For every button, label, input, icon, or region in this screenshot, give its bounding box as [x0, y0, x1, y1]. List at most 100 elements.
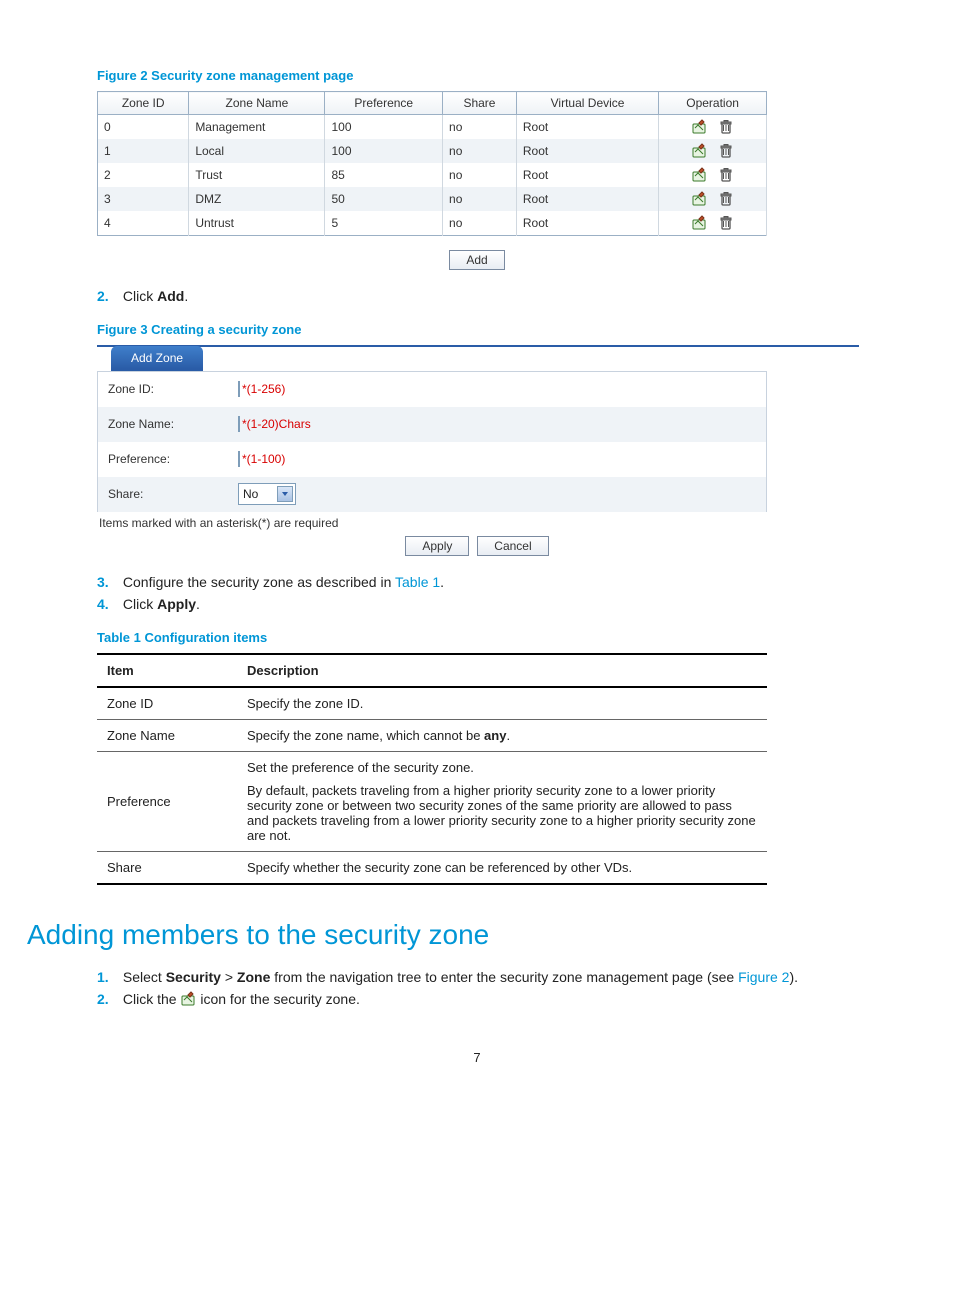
- zone-name-link[interactable]: Trust: [189, 163, 325, 187]
- text: Select: [123, 969, 166, 985]
- edit-icon[interactable]: [687, 167, 711, 181]
- section-heading: Adding members to the security zone: [27, 919, 859, 951]
- tab-add-zone[interactable]: Add Zone: [111, 346, 203, 371]
- cell-id: 2: [98, 163, 189, 187]
- label-zone-id: Zone ID:: [98, 382, 238, 396]
- cell-vd: Root: [516, 115, 658, 140]
- text: Click: [123, 596, 157, 612]
- trash-icon[interactable]: [714, 191, 738, 205]
- text: .: [440, 574, 444, 590]
- cell-share: no: [443, 187, 517, 211]
- zone-management-table: Zone ID Zone Name Preference Share Virtu…: [97, 91, 767, 236]
- edit-icon[interactable]: [687, 215, 711, 229]
- table-1-caption: Table 1 Configuration items: [97, 630, 859, 645]
- zone-id-input[interactable]: [238, 381, 240, 397]
- cell-id: 3: [98, 187, 189, 211]
- add-button[interactable]: Add: [449, 250, 504, 270]
- share-value: No: [243, 487, 258, 501]
- edit-icon: [180, 991, 196, 1010]
- cell-desc: Set the preference of the security zone.…: [237, 752, 767, 852]
- text: ).: [789, 969, 798, 985]
- text-bold: any: [484, 728, 506, 743]
- zone-name-link[interactable]: Local: [189, 139, 325, 163]
- trash-icon[interactable]: [714, 119, 738, 133]
- page-number: 7: [95, 1050, 859, 1065]
- col-preference: Preference: [325, 92, 443, 115]
- col-share: Share: [443, 92, 517, 115]
- hint-preference: *(1-100): [242, 452, 285, 466]
- cell-vd: Root: [516, 187, 658, 211]
- cell-share: no: [443, 115, 517, 140]
- text: .: [506, 728, 510, 743]
- chevron-down-icon: [277, 486, 293, 502]
- configuration-items-table: Item Description Zone ID Specify the zon…: [97, 653, 767, 885]
- figure-2-caption: Figure 2 Security zone management page: [97, 68, 859, 83]
- step-2b: 2. Click the icon for the security zone.: [97, 991, 859, 1010]
- text-bold: Apply: [157, 596, 196, 612]
- cell-share: no: [443, 211, 517, 236]
- trash-icon[interactable]: [714, 167, 738, 181]
- cell-item: Zone Name: [97, 720, 237, 752]
- cell-vd: Root: [516, 139, 658, 163]
- required-note: Items marked with an asterisk(*) are req…: [99, 516, 859, 530]
- tab-strip: Add Zone: [97, 345, 859, 371]
- cell-item: Share: [97, 852, 237, 885]
- cell-desc: Specify the zone name, which cannot be a…: [237, 720, 767, 752]
- cell-pref: 5: [325, 211, 443, 236]
- text: icon for the security zone.: [200, 991, 360, 1007]
- preference-input[interactable]: [238, 451, 240, 467]
- text-bold: Zone: [237, 969, 270, 985]
- text: Click: [123, 288, 157, 304]
- label-preference: Preference:: [98, 452, 238, 466]
- step-1b: 1. Select Security > Zone from the navig…: [97, 969, 859, 985]
- cancel-button[interactable]: Cancel: [477, 536, 548, 556]
- text-bold: Add: [157, 288, 184, 304]
- label-zone-name: Zone Name:: [98, 417, 238, 431]
- edit-icon[interactable]: [687, 119, 711, 133]
- text: Configure the security zone as described…: [123, 574, 395, 590]
- text: .: [196, 596, 200, 612]
- text: .: [184, 288, 188, 304]
- cell-id: 0: [98, 115, 189, 140]
- text: Specify the zone name, which cannot be: [247, 728, 484, 743]
- edit-icon[interactable]: [687, 191, 711, 205]
- apply-button[interactable]: Apply: [405, 536, 469, 556]
- cell-vd: Root: [516, 211, 658, 236]
- edit-icon[interactable]: [687, 143, 711, 157]
- cell-pref: 100: [325, 115, 443, 140]
- text: By default, packets traveling from a hig…: [247, 783, 757, 843]
- figure-3-caption: Figure 3 Creating a security zone: [97, 322, 859, 337]
- share-select[interactable]: No: [238, 483, 296, 505]
- cell-vd: Root: [516, 163, 658, 187]
- figure-2-link[interactable]: Figure 2: [738, 969, 789, 985]
- cell-share: no: [443, 163, 517, 187]
- label-share: Share:: [98, 487, 238, 501]
- col-zone-name: Zone Name: [189, 92, 325, 115]
- col-virtual-device: Virtual Device: [516, 92, 658, 115]
- table-row: 4 Untrust 5 no Root: [98, 211, 767, 236]
- cell-pref: 85: [325, 163, 443, 187]
- trash-icon[interactable]: [714, 143, 738, 157]
- table-row: 0 Management 100 no Root: [98, 115, 767, 140]
- zone-name-input[interactable]: [238, 416, 240, 432]
- cell-share: no: [443, 139, 517, 163]
- step-3: 3. Configure the security zone as descri…: [97, 574, 859, 590]
- text: Set the preference of the security zone.: [247, 760, 757, 775]
- table-row: 2 Trust 85 no Root: [98, 163, 767, 187]
- trash-icon[interactable]: [714, 215, 738, 229]
- step-2: 2. Click Add.: [97, 288, 859, 304]
- zone-name-link[interactable]: DMZ: [189, 187, 325, 211]
- text: Click the: [123, 991, 181, 1007]
- zone-name-link[interactable]: Management: [189, 115, 325, 140]
- step-4: 4. Click Apply.: [97, 596, 859, 612]
- col-zone-id: Zone ID: [98, 92, 189, 115]
- zone-name-link[interactable]: Untrust: [189, 211, 325, 236]
- table-row: 1 Local 100 no Root: [98, 139, 767, 163]
- col-item: Item: [97, 654, 237, 687]
- table-1-link[interactable]: Table 1: [395, 574, 440, 590]
- cell-desc: Specify whether the security zone can be…: [237, 852, 767, 885]
- cell-id: 1: [98, 139, 189, 163]
- cell-desc: Specify the zone ID.: [237, 687, 767, 720]
- cell-item: Zone ID: [97, 687, 237, 720]
- cell-id: 4: [98, 211, 189, 236]
